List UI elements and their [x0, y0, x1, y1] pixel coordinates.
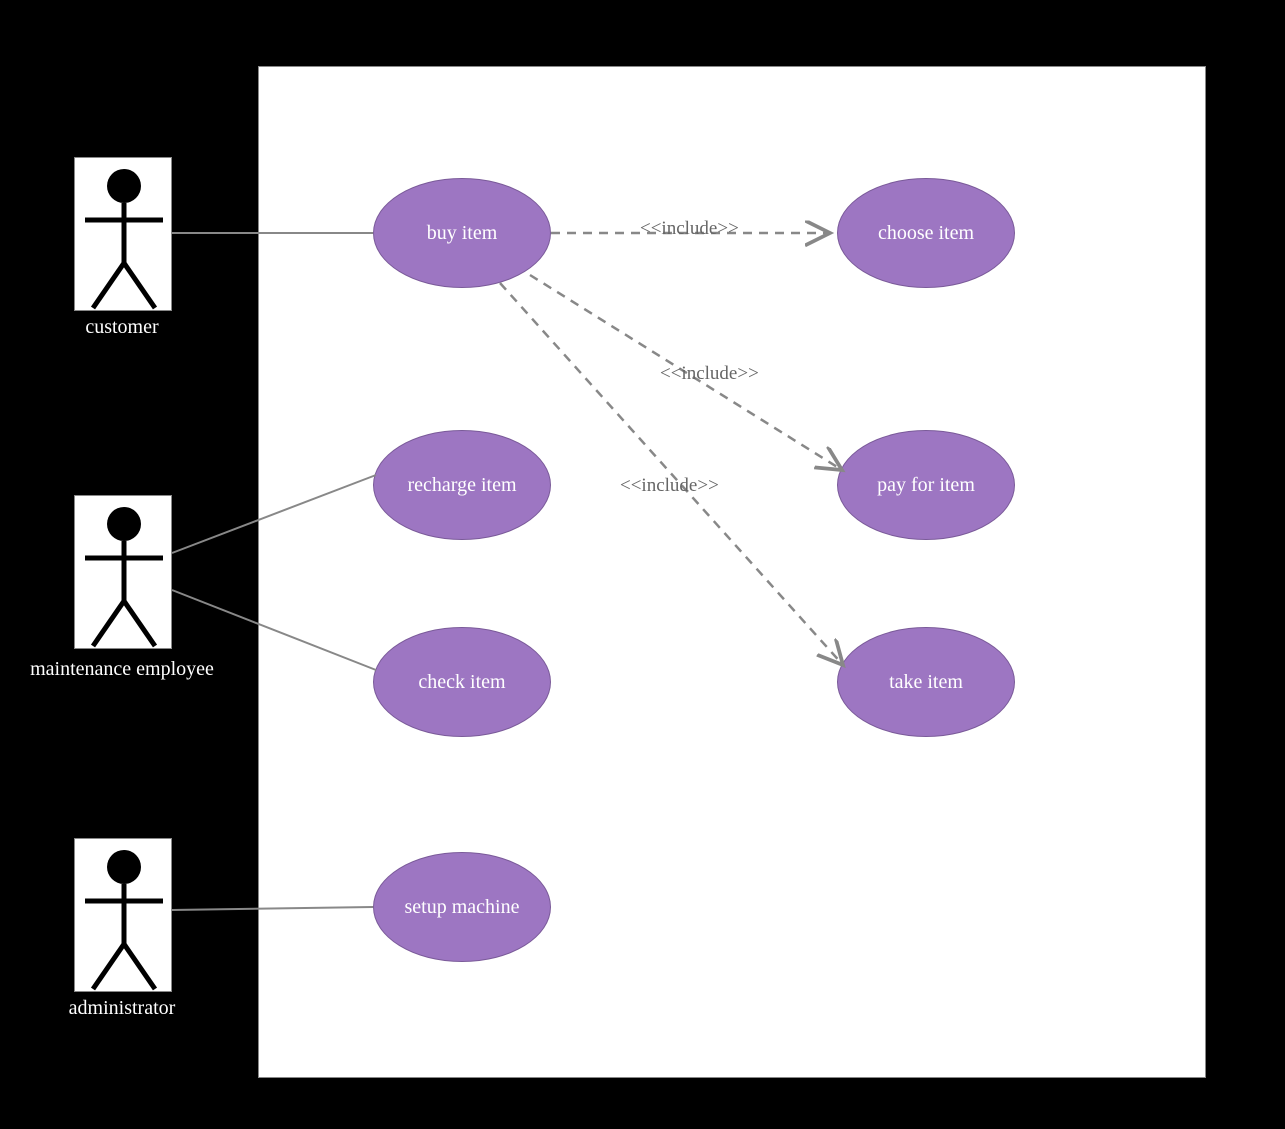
usecase-label: buy item: [427, 222, 498, 245]
actor-customer-label: customer: [22, 316, 222, 339]
include-label-2: <<include>>: [660, 363, 759, 385]
usecase-pay-for-item: pay for item: [837, 430, 1015, 540]
usecase-label: take item: [889, 671, 963, 694]
usecase-label: check item: [418, 671, 505, 694]
stick-figure-icon: [75, 496, 173, 650]
include-label-1: <<include>>: [640, 218, 739, 240]
usecase-choose-item: choose item: [837, 178, 1015, 288]
actor-customer: [74, 157, 172, 311]
include-label-3: <<include>>: [620, 475, 719, 497]
stick-figure-icon: [75, 158, 173, 312]
actor-maintenance: [74, 495, 172, 649]
usecase-check-item: check item: [373, 627, 551, 737]
actor-administrator-label: administrator: [22, 997, 222, 1020]
actor-administrator: [74, 838, 172, 992]
usecase-label: setup machine: [405, 895, 520, 919]
usecase-label: recharge item: [407, 474, 516, 497]
stick-figure-icon: [75, 839, 173, 993]
usecase-label: choose item: [878, 222, 974, 245]
usecase-setup-machine: setup machine: [373, 852, 551, 962]
actor-maintenance-label: maintenance employee: [12, 657, 232, 681]
usecase-buy-item: buy item: [373, 178, 551, 288]
usecase-recharge-item: recharge item: [373, 430, 551, 540]
usecase-take-item: take item: [837, 627, 1015, 737]
usecase-label: pay for item: [877, 474, 975, 497]
